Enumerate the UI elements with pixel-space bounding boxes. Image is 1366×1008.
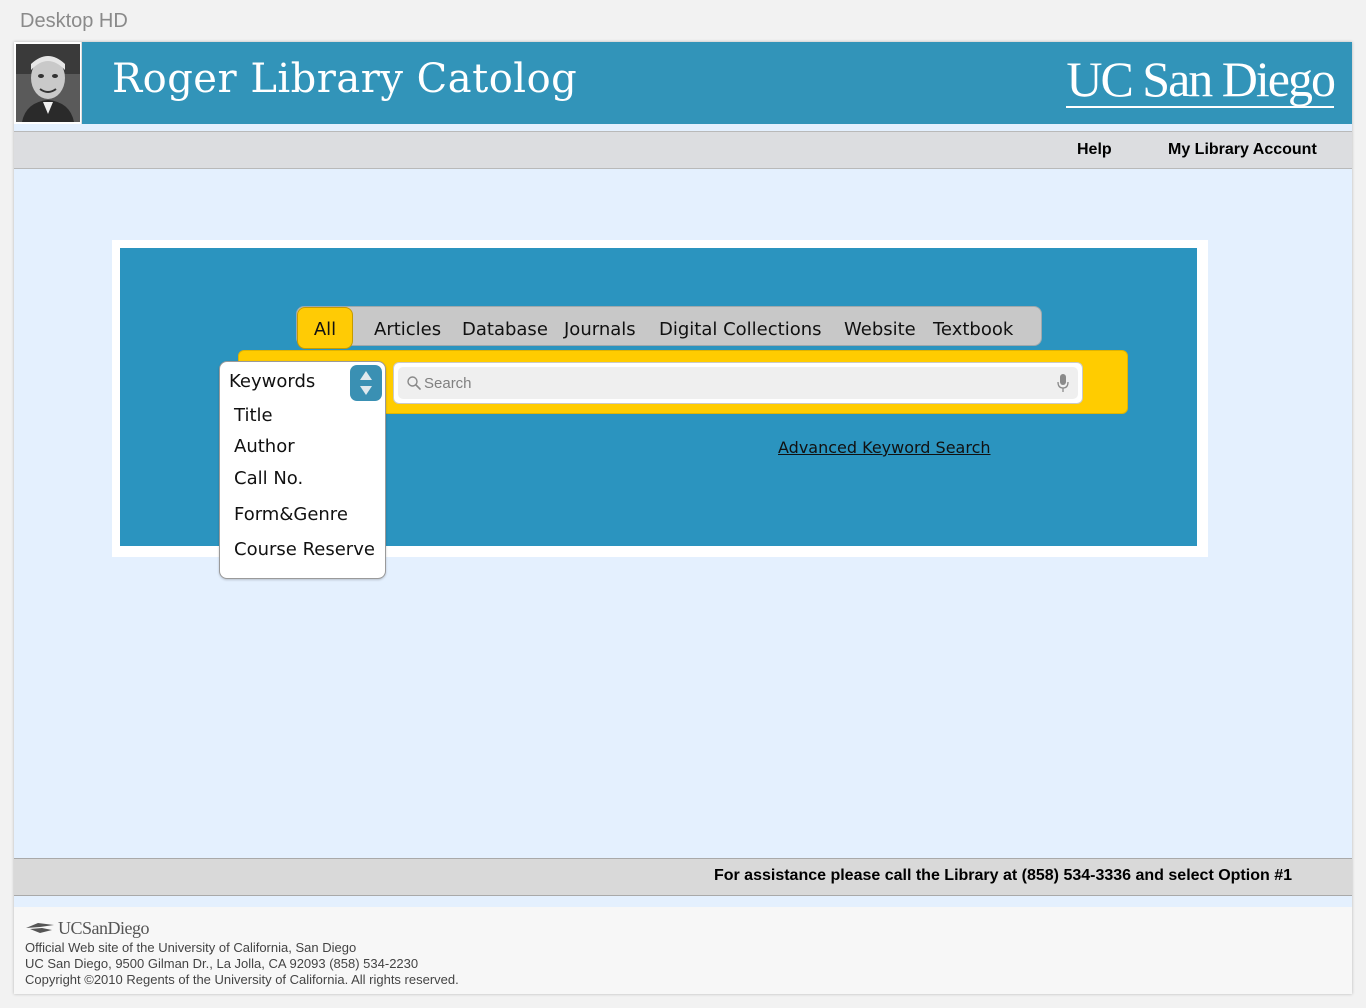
ucsd-logo[interactable]: UC San Diego <box>1066 54 1336 108</box>
page-title: Roger Library Catolog <box>112 56 578 102</box>
search-field-inner <box>398 367 1078 399</box>
search-input[interactable] <box>424 370 1044 396</box>
search-scope-tabs: All Articles Database Journals Digital C… <box>296 306 1042 349</box>
ucsd-triton-logo-icon <box>26 923 54 933</box>
artboard-label: Desktop HD <box>20 10 128 32</box>
search-type-dropdown[interactable]: Keywords Title Author Call No. Form&Genr… <box>219 361 386 579</box>
tab-articles[interactable]: Articles <box>374 319 441 340</box>
search-type-option-author[interactable]: Author <box>234 436 295 457</box>
site-footer: UCSanDiego Official Web site of the Univ… <box>14 907 1352 994</box>
advanced-keyword-search-link[interactable]: Advanced Keyword Search <box>778 438 991 457</box>
search-field <box>393 362 1083 404</box>
footer-address: UC San Diego, 9500 Gilman Dr., La Jolla,… <box>25 956 419 971</box>
tab-journals[interactable]: Journals <box>564 319 636 340</box>
assistance-bar: For assistance please call the Library a… <box>14 858 1352 896</box>
top-nav: Help My Library Account <box>14 131 1352 169</box>
footer-official-site: Official Web site of the University of C… <box>25 940 357 955</box>
tab-digital-collections[interactable]: Digital Collections <box>659 319 822 340</box>
tab-website[interactable]: Website <box>844 319 916 340</box>
footer-copyright: Copyright ©2010 Regents of the Universit… <box>25 972 459 987</box>
search-type-option-title[interactable]: Title <box>234 405 273 426</box>
tab-all[interactable]: All <box>297 307 353 349</box>
my-library-account-link[interactable]: My Library Account <box>1168 141 1317 159</box>
tab-textbook[interactable]: Textbook <box>933 319 1013 340</box>
search-type-option-course-reserve[interactable]: Course Reserve <box>234 539 375 560</box>
footer-logo[interactable]: UCSanDiego <box>26 917 150 939</box>
search-type-selected[interactable]: Keywords <box>229 371 315 392</box>
site-header: Roger Library Catolog UC San Diego <box>14 42 1352 124</box>
microphone-icon[interactable] <box>1056 373 1070 393</box>
search-type-stepper[interactable] <box>350 365 382 401</box>
search-type-option-form-genre[interactable]: Form&Genre <box>234 504 348 525</box>
tab-database[interactable]: Database <box>462 319 548 340</box>
portrait-icon <box>15 44 80 122</box>
footer-logo-text: UCSanDiego <box>58 917 150 938</box>
portrait-photo <box>14 42 82 124</box>
stepper-arrows-icon <box>360 371 372 395</box>
search-type-option-call-no[interactable]: Call No. <box>234 468 303 489</box>
search-icon <box>407 376 421 390</box>
assistance-text: For assistance please call the Library a… <box>713 867 1292 884</box>
help-link[interactable]: Help <box>1077 141 1112 159</box>
page-frame: Roger Library Catolog UC San Diego Help … <box>14 42 1352 994</box>
